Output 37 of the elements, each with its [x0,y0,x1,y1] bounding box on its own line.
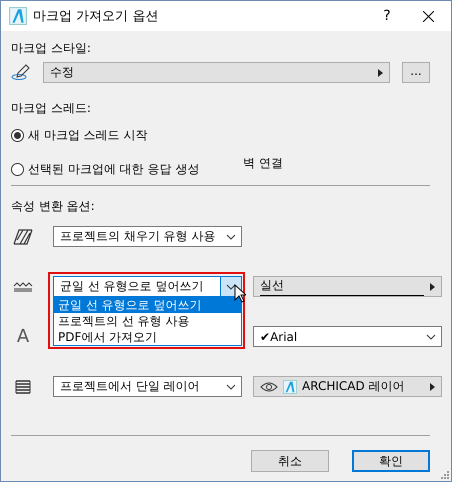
note-text: 벽 연결 [243,156,284,170]
chevron-down-icon [226,384,236,390]
resize-grip-icon[interactable] [441,471,449,479]
eye-icon [260,382,278,392]
arrow-right-icon [430,382,435,390]
chevron-down-icon [226,284,236,290]
more-button[interactable]: ... [402,62,430,83]
help-button[interactable]: ? [369,8,405,24]
layer-field[interactable]: ARCHICAD 레이어 [253,376,442,397]
section-label: 속성 변환 옵션: [11,198,95,214]
close-icon[interactable] [422,10,434,22]
dropdown-option[interactable]: 프로젝트의 선 유형 사용 [54,313,241,329]
fill-type-dropdown[interactable]: 프로젝트의 채우기 유형 사용 [53,226,242,247]
chevron-down-icon [426,334,436,340]
arrow-right-icon [378,68,383,76]
line-type-icon [11,282,35,292]
section-label: 마크업 스레드: [11,100,91,116]
pen-icon [11,64,31,81]
dialog-button[interactable]: 확인 [352,450,430,472]
hatch-icon [11,228,35,244]
logo-icon [283,380,297,394]
layer-dropdown[interactable]: 프로젝트에서 단일 레이어 [53,376,242,397]
logo-icon [9,7,27,25]
section-label: 마크업 스타일: [11,40,91,56]
markup-style-field[interactable]: 수정 [43,62,390,83]
line-type-dropdown[interactable]: 균일 선 유형으로 덮어쓰기 [53,276,242,297]
chevron-down-icon [226,234,236,240]
dropdown-option[interactable]: PDF에서 가져오기 [54,329,241,345]
arrow-right-icon [430,282,435,290]
radio-option[interactable]: 새 마크업 스레드 시작 [11,126,148,144]
dialog-button[interactable]: 취소 [251,450,329,472]
line-type-field[interactable]: 실선 [253,276,442,297]
dropdown-option[interactable]: 균일 선 유형으로 덮어쓰기 [54,297,241,313]
window-title: 마크업 가져오기 옵션 [33,8,160,25]
radio-option[interactable]: 선택된 마크업에 대한 응답 생성 [11,160,200,178]
text-icon: A [11,326,35,347]
font-dropdown[interactable]: ✔Arial [253,326,442,347]
